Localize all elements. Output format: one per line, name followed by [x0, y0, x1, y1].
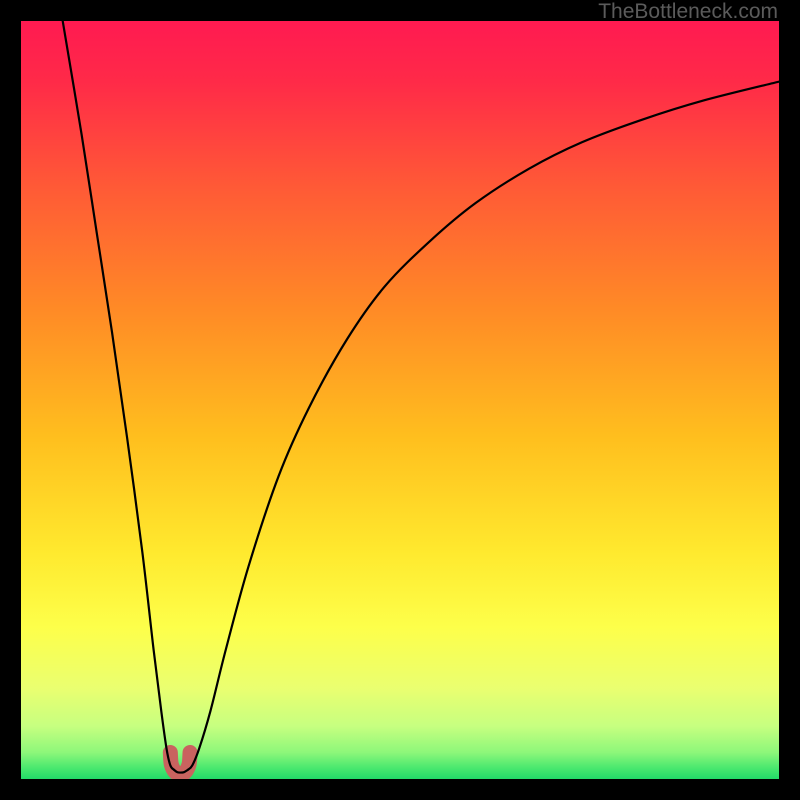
curve-right-branch [188, 82, 779, 770]
curve-left-branch [63, 21, 174, 770]
plot-area [21, 21, 779, 779]
curve-layer [21, 21, 779, 779]
watermark-text: TheBottleneck.com [598, 0, 778, 24]
chart-frame: TheBottleneck.com [0, 0, 800, 800]
